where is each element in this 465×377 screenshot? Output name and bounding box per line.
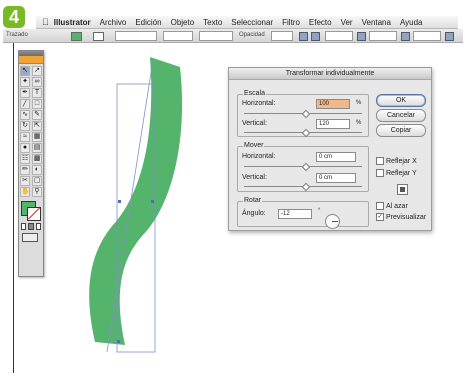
reflect-x-label: Reflejar X bbox=[386, 157, 417, 165]
mesh-tool-icon[interactable]: ☷ bbox=[20, 154, 30, 164]
scale-legend: Escala bbox=[243, 90, 267, 97]
preview-label: Previsualizar bbox=[386, 213, 427, 221]
ok-button[interactable]: OK bbox=[376, 94, 426, 107]
scale-horizontal-slider[interactable] bbox=[244, 113, 362, 114]
rotate-angle-label: Ángulo: bbox=[242, 210, 266, 217]
preview-box[interactable]: ✓ bbox=[376, 213, 384, 221]
selection-tool-icon[interactable]: ↖ bbox=[20, 66, 30, 76]
rotate-legend: Rotar bbox=[243, 197, 263, 204]
move-horizontal-slider[interactable] bbox=[244, 166, 362, 167]
gradient-mode-icon[interactable] bbox=[28, 223, 34, 230]
transform-each-dialog: Transformar individualmente Escala Horiz… bbox=[228, 67, 432, 231]
green-s-shape bbox=[89, 57, 183, 345]
tools-panel: ↖ ↗ ✦ ∞ ✒ T ╱ □ ∿ ✎ ↻ ⇱ ≈ ▦ ● ▤ ☷ ▩ ✏ ◐ … bbox=[18, 50, 44, 277]
scale-group: Escala Horizontal: 100 % Vertical: 120 % bbox=[237, 90, 369, 137]
rectangle-tool-icon[interactable]: □ bbox=[32, 99, 42, 109]
scale-tool-icon[interactable]: ⇱ bbox=[32, 121, 42, 131]
color-mode-row bbox=[19, 222, 43, 231]
direct-selection-tool-icon[interactable]: ↗ bbox=[32, 66, 42, 76]
reflect-x-checkbox[interactable]: Reflejar X bbox=[376, 157, 417, 165]
move-vertical-input[interactable]: 0 cm bbox=[316, 173, 356, 183]
move-vertical-slider[interactable] bbox=[244, 186, 362, 187]
anchor-point bbox=[151, 200, 154, 203]
reflect-y-checkbox[interactable]: Reflejar Y bbox=[376, 169, 417, 177]
reflect-y-box[interactable] bbox=[376, 169, 384, 177]
stroke-none-swatch[interactable] bbox=[27, 207, 41, 221]
move-legend: Mover bbox=[243, 142, 265, 149]
rotate-angle-unit: ° bbox=[318, 208, 321, 214]
reflect-y-label: Reflejar Y bbox=[386, 169, 417, 177]
scale-vertical-label: Vertical: bbox=[242, 120, 267, 127]
move-horizontal-input[interactable]: 0 cm bbox=[316, 152, 356, 162]
scale-vertical-slider[interactable] bbox=[244, 132, 362, 133]
scale-vertical-input[interactable]: 120 bbox=[316, 119, 350, 129]
move-group: Mover Horizontal: 0 cm Vertical: 0 cm bbox=[237, 142, 369, 192]
reflect-x-box[interactable] bbox=[376, 157, 384, 165]
warp-tool-icon[interactable]: ≈ bbox=[20, 132, 30, 142]
pen-tool-icon[interactable]: ✒ bbox=[20, 88, 30, 98]
symbol-sprayer-tool-icon[interactable]: ● bbox=[20, 143, 30, 153]
color-mode-icon[interactable] bbox=[21, 223, 27, 230]
magic-wand-tool-icon[interactable]: ✦ bbox=[20, 77, 30, 87]
reference-point-locator-icon[interactable] bbox=[397, 184, 408, 195]
free-transform-tool-icon[interactable]: ▦ bbox=[32, 132, 42, 142]
type-tool-icon[interactable]: T bbox=[32, 88, 42, 98]
anchor-point bbox=[117, 340, 120, 343]
scale-horizontal-label: Horizontal: bbox=[242, 100, 276, 107]
pencil-tool-icon[interactable]: ✎ bbox=[32, 110, 42, 120]
eyedropper-tool-icon[interactable]: ✏ bbox=[20, 165, 30, 175]
tools-panel-grip[interactable] bbox=[19, 56, 43, 64]
scale-vertical-unit: % bbox=[356, 120, 362, 126]
line-tool-icon[interactable]: ╱ bbox=[20, 99, 30, 109]
scale-horizontal-input[interactable]: 100 bbox=[316, 99, 350, 109]
hand-tool-icon[interactable]: ✋ bbox=[20, 187, 30, 197]
anchor-point bbox=[118, 200, 121, 203]
preview-checkbox[interactable]: ✓ Previsualizar bbox=[376, 213, 426, 221]
random-box[interactable] bbox=[376, 202, 384, 210]
rotate-angle-input[interactable]: -12 bbox=[278, 209, 312, 219]
rotate-tool-icon[interactable]: ↻ bbox=[20, 121, 30, 131]
scissors-tool-icon[interactable]: ✂ bbox=[20, 176, 30, 186]
zoom-tool-icon[interactable]: ⚲ bbox=[32, 187, 42, 197]
copy-button[interactable]: Copiar bbox=[376, 124, 426, 137]
cancel-button[interactable]: Cancelar bbox=[376, 109, 426, 122]
none-mode-icon[interactable] bbox=[35, 223, 41, 230]
move-vertical-label: Vertical: bbox=[242, 174, 267, 181]
graph-tool-icon[interactable]: ▤ bbox=[32, 143, 42, 153]
scale-horizontal-unit: % bbox=[356, 100, 362, 106]
dialog-title[interactable]: Transformar individualmente bbox=[229, 68, 431, 80]
random-label: Al azar bbox=[386, 202, 408, 210]
blend-tool-icon[interactable]: ◐ bbox=[32, 165, 42, 175]
rotate-group: Rotar Ángulo: -12 ° bbox=[237, 197, 369, 227]
random-checkbox[interactable]: Al azar bbox=[376, 202, 408, 210]
angle-dial[interactable] bbox=[325, 214, 340, 229]
paintbrush-tool-icon[interactable]: ∿ bbox=[20, 110, 30, 120]
fill-stroke-control[interactable] bbox=[20, 200, 42, 222]
move-horizontal-label: Horizontal: bbox=[242, 153, 276, 160]
artboard-tool-icon[interactable]: ▢ bbox=[32, 176, 42, 186]
lasso-tool-icon[interactable]: ∞ bbox=[32, 77, 42, 87]
gradient-tool-icon[interactable]: ▩ bbox=[32, 154, 42, 164]
screen-mode-icon[interactable] bbox=[22, 233, 38, 242]
